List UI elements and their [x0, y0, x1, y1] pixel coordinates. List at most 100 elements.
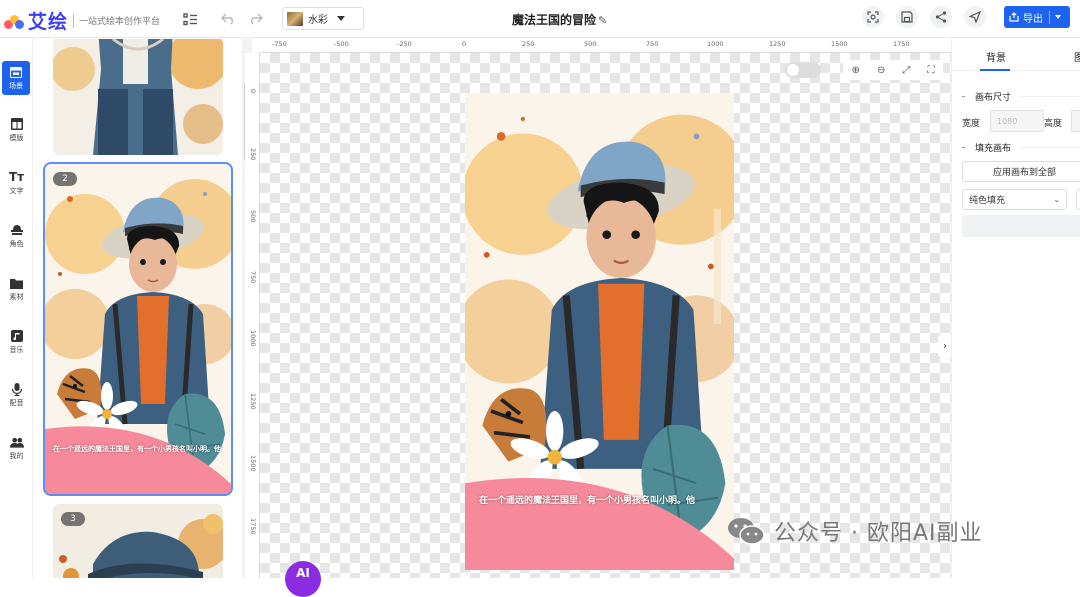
ruler-tick-label: -750 — [272, 40, 287, 48]
undo-icon[interactable] — [218, 9, 238, 29]
fit-screen-icon[interactable]: ⤢ — [902, 65, 910, 76]
vertical-ruler: 0 250 500 750 1000 1250 1500 1750 — [245, 53, 260, 578]
height-input[interactable] — [1071, 110, 1080, 132]
text-icon: Tт — [8, 170, 25, 184]
canvas-caption-text[interactable]: 在一个遥远的魔法王国里，有一个小男孩名叫小明。他 — [479, 493, 695, 506]
tab-image[interactable]: 图 — [1074, 49, 1080, 64]
art-style-select[interactable]: 水彩 — [282, 7, 364, 30]
sidebar-item-mine[interactable]: 我的 — [0, 425, 33, 471]
sidebar-item-dubbing[interactable]: 配音 — [0, 372, 33, 418]
zoom-in-icon[interactable]: ⊕ — [852, 65, 860, 76]
ruler-tick-label: 500 — [249, 210, 257, 223]
logo-tagline: 一站式绘本创作平台 — [79, 17, 161, 27]
width-label: 宽度 — [962, 119, 981, 129]
toggle-knob — [787, 64, 799, 76]
share-button[interactable] — [930, 6, 952, 28]
sidebar-item-text[interactable]: Tт 文字 — [0, 160, 33, 206]
scene-card-2[interactable]: 2 在一个遥远的魔法王国里，有一个小男孩名叫小明。他 — [43, 162, 233, 496]
watermark-text: 公众号 · 欧阳AI副业 — [774, 521, 983, 546]
chevron-down-icon — [337, 16, 345, 21]
fill-color-picker[interactable] — [1076, 189, 1080, 210]
style-thumbnail — [287, 11, 303, 26]
app-logo[interactable]: 艾绘 一站式绘本创作平台 — [4, 7, 160, 34]
redo-icon[interactable] — [245, 9, 265, 29]
main-canvas-artwork[interactable]: 在一个遥远的魔法王国里，有一个小男孩名叫小明。他 — [465, 93, 734, 570]
sidebar-item-label: 文字 — [9, 187, 24, 195]
save-icon — [901, 11, 913, 23]
active-tab-indicator — [980, 69, 1010, 71]
height-label: 高度 — [1044, 119, 1063, 129]
apply-canvas-to-all-button[interactable]: 应用画布到全部 — [962, 161, 1080, 182]
sidebar-item-label: 配音 — [9, 399, 24, 407]
scene-card-1[interactable] — [53, 39, 223, 155]
sidebar-item-character[interactable]: 角色 — [0, 213, 33, 259]
folder-icon — [10, 276, 24, 290]
scene-caption: 在一个遥远的魔法王国里，有一个小男孩名叫小明。他 — [53, 445, 221, 453]
ai-assistant-button[interactable]: AI — [285, 561, 321, 597]
music-icon — [10, 329, 24, 343]
ruler-tick-label: 500 — [584, 40, 597, 48]
canvas-toggle-switch[interactable] — [785, 62, 821, 78]
sidebar-item-label: 我的 — [9, 452, 24, 460]
fullscreen-icon[interactable]: ⛶ — [927, 65, 934, 76]
export-label: 导出 — [1023, 13, 1043, 25]
ruler-tick-label: 1500 — [249, 455, 257, 472]
zoom-toolbar: ⊕ ⊖ ⤢ ⛶ — [843, 60, 943, 80]
ruler-tick-label: 1750 — [893, 40, 910, 48]
chevron-down-icon: ⌄ — [1053, 195, 1060, 204]
wechat-watermark: 公众号 · 欧阳AI副业 — [726, 515, 983, 547]
collapse-right-panel-button[interactable]: › — [938, 335, 952, 357]
publish-button[interactable] — [964, 6, 986, 28]
tab-background[interactable]: 背景 — [986, 49, 1006, 64]
logo-divider — [73, 13, 75, 28]
share-icon — [935, 11, 947, 23]
tab-divider — [952, 70, 1080, 71]
fill-color-preview — [962, 215, 1080, 237]
ruler-tick-label: 1750 — [249, 518, 257, 535]
pencil-icon[interactable]: ✎ — [598, 14, 607, 27]
properties-panel: 背景 图 画布尺寸 宽度 1080 高度 填充画布 应用画布到全部 纯色填充 ⌄ — [951, 39, 1080, 578]
export-button[interactable]: 导出 — [1004, 6, 1070, 28]
left-sidebar: 场景 模版 Tт 文字 角色 素材 音乐 配音 我的 — [0, 39, 33, 578]
scene-thumbnail-1 — [53, 39, 223, 155]
screenshot-button[interactable] — [862, 6, 884, 28]
fill-type-select[interactable]: 纯色填充 ⌄ — [962, 189, 1067, 210]
section-title-fill-canvas: 填充画布 — [962, 141, 1079, 154]
sidebar-item-music[interactable]: 音乐 — [0, 319, 33, 365]
ruler-tick-label: -250 — [397, 40, 412, 48]
top-header: 艾绘 一站式绘本创作平台 水彩 魔法王国的冒险 ✎ 导出 — [0, 0, 1080, 38]
sidebar-item-material[interactable]: 素材 — [0, 266, 33, 312]
section-title-canvas-size: 画布尺寸 — [962, 90, 1079, 103]
send-icon — [969, 11, 981, 23]
fill-type-value: 纯色填充 — [969, 196, 1006, 206]
scene-card-3[interactable]: 3 — [53, 504, 223, 578]
scene-number-badge: 2 — [53, 172, 77, 186]
document-title[interactable]: 魔法王国的冒险 ✎ — [512, 11, 607, 28]
user-group-icon — [9, 435, 24, 449]
sidebar-item-label: 场景 — [9, 82, 23, 90]
save-button[interactable] — [896, 6, 918, 28]
ruler-tick-label: 1250 — [769, 40, 786, 48]
character-icon — [10, 223, 24, 237]
screenshot-icon — [867, 11, 879, 23]
ruler-tick-label: 250 — [249, 148, 257, 161]
logo-text: 艾绘 — [28, 11, 69, 33]
ruler-tick-label: 250 — [522, 40, 535, 48]
document-title-text: 魔法王国的冒险 — [512, 13, 597, 27]
ruler-tick-label: 1250 — [249, 393, 257, 410]
sidebar-item-scene[interactable]: 场景 — [2, 61, 30, 95]
sidebar-item-template[interactable]: 模版 — [0, 107, 33, 153]
width-input[interactable]: 1080 — [990, 110, 1044, 132]
sidebar-item-label: 角色 — [9, 240, 24, 248]
chevron-down-icon[interactable] — [1055, 15, 1061, 19]
logo-mark-icon — [4, 11, 26, 31]
microphone-icon — [10, 382, 24, 396]
template-icon — [10, 117, 24, 131]
wechat-icon — [726, 516, 766, 546]
sidebar-item-label: 音乐 — [9, 346, 24, 354]
export-icon — [1009, 12, 1019, 22]
zoom-out-icon[interactable]: ⊖ — [877, 65, 885, 76]
ruler-tick-label: 0 — [462, 40, 467, 48]
outline-list-icon[interactable] — [180, 9, 200, 29]
chevron-right-icon: › — [943, 340, 947, 352]
